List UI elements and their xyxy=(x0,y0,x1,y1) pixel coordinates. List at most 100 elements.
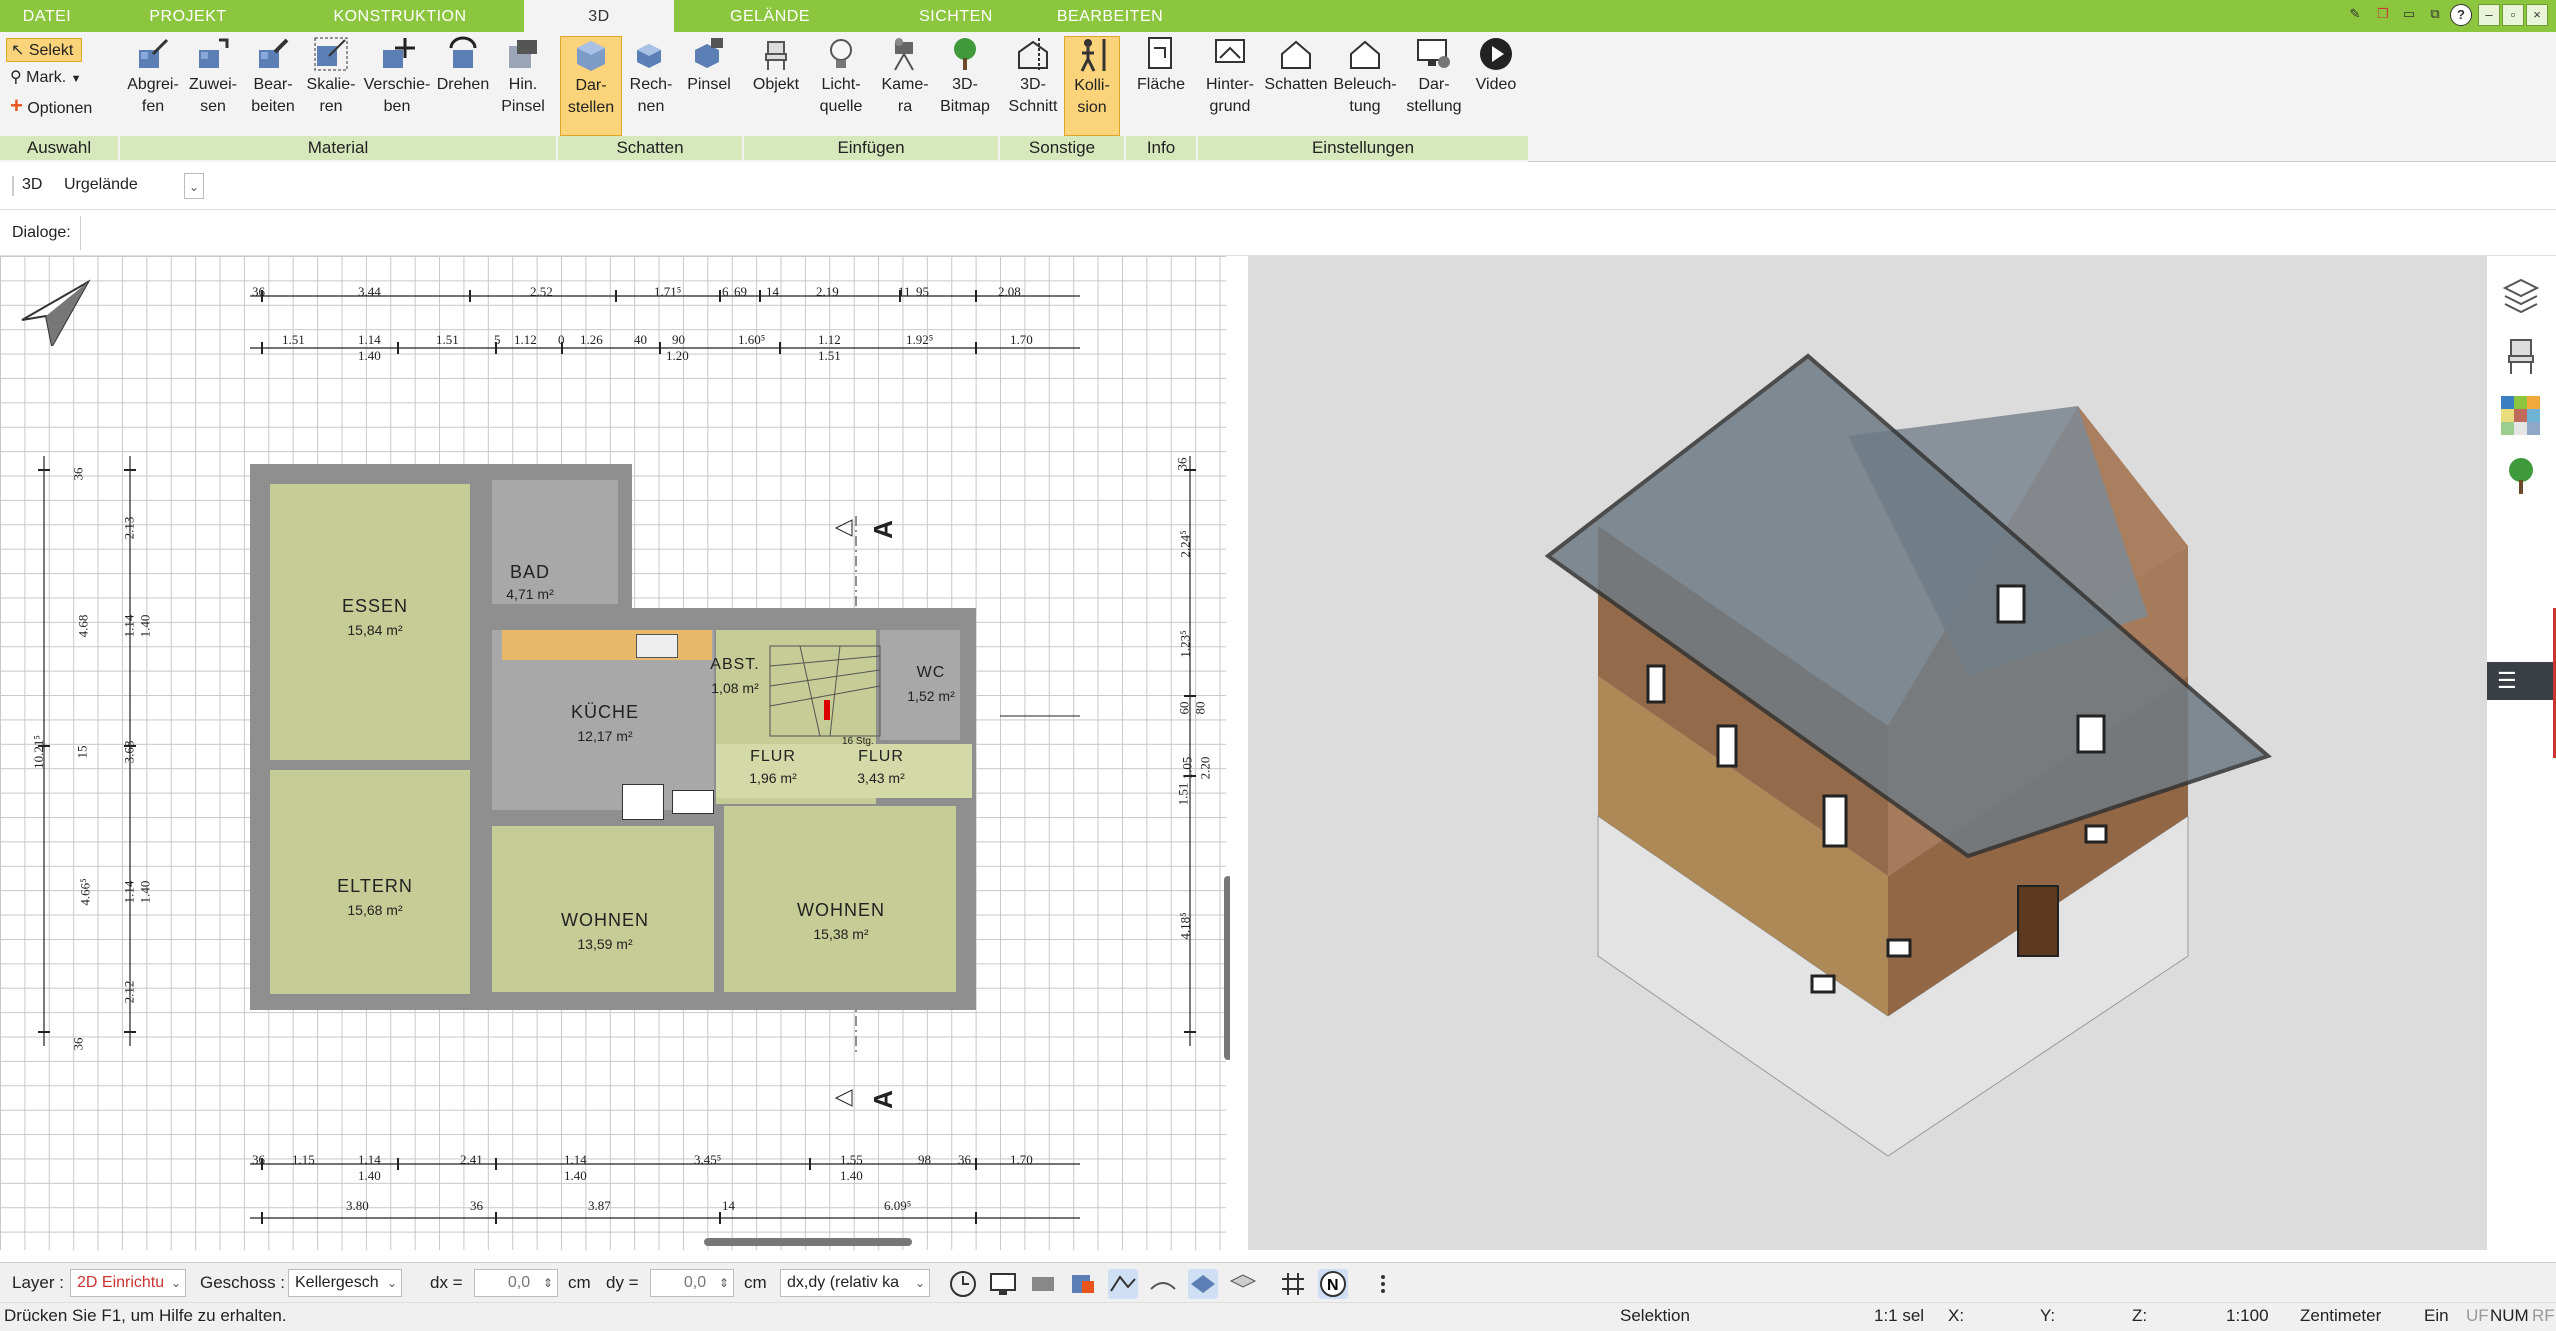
maximize-icon[interactable]: ▫ xyxy=(2502,4,2524,26)
lichtquelle-button[interactable]: Licht- quelle xyxy=(810,36,872,136)
plan-horizontal-scrollbar[interactable] xyxy=(704,1238,912,1246)
room-label-bad: BAD xyxy=(509,562,550,582)
tab-projekt[interactable]: PROJEKT xyxy=(100,0,276,32)
coordinate-mode-select[interactable]: dx,dy (relativ ka ⌄ xyxy=(780,1269,930,1297)
kollision-button[interactable]: Kolli- sion xyxy=(1064,36,1120,136)
dim-top2-7: 1.26 xyxy=(580,332,603,347)
status-z: Z: xyxy=(2132,1306,2148,1325)
room-label-flur-2: FLUR xyxy=(858,748,904,765)
north-icon[interactable]: N xyxy=(1318,1269,1348,1299)
drehen-button[interactable]: Drehen xyxy=(432,36,494,136)
layer-select[interactable]: 2D Einrichtu ⌄ xyxy=(70,1269,186,1297)
paint-brush-icon xyxy=(509,40,537,68)
room-label-wc: WC xyxy=(916,664,946,681)
tab-datei[interactable]: DATEI xyxy=(0,0,94,32)
section-marker-bottom: A xyxy=(867,1090,898,1109)
terrain-icon[interactable] xyxy=(1148,1269,1178,1299)
mark-button[interactable]: ⚲ Mark. ▼ xyxy=(6,66,82,90)
beleuchtung-button[interactable]: Beleuch- tung xyxy=(1330,36,1400,136)
terrain-select[interactable]: Urgelände ⌄ xyxy=(58,172,208,200)
layers-icon[interactable] xyxy=(2501,276,2541,316)
dim-right-0: 36 xyxy=(1174,457,1190,471)
room-area-wohnen-1: 13,59 m² xyxy=(577,936,633,952)
scale-icon xyxy=(314,37,348,71)
room-area-essen: 15,84 m² xyxy=(347,622,403,638)
room-wc[interactable] xyxy=(880,630,960,740)
dim-right-6: 2.20 xyxy=(1197,756,1213,780)
verschieben-button[interactable]: Verschie- ben xyxy=(362,36,432,136)
tools-icon[interactable]: ✎ xyxy=(2344,4,2366,26)
more-options-icon[interactable] xyxy=(1368,1269,1398,1299)
hin-pinsel-button[interactable]: Hin. Pinsel xyxy=(494,36,552,136)
texture-icon[interactable] xyxy=(1068,1269,1098,1299)
help-icon[interactable]: ? xyxy=(2450,4,2472,26)
area-calc-icon xyxy=(1148,37,1172,69)
schatten-settings-button[interactable]: Schatten xyxy=(1264,36,1328,136)
panel-toggle-button[interactable]: ☰ xyxy=(2487,662,2556,700)
bearbeiten-button[interactable]: Bear- beiten xyxy=(244,36,302,136)
layers-3d-icon[interactable] xyxy=(1228,1269,1258,1299)
hintergrund-button[interactable]: Hinter- grund xyxy=(1198,36,1262,136)
wave-view-icon[interactable] xyxy=(1108,1269,1138,1299)
grid-icon[interactable] xyxy=(1278,1269,1308,1299)
room-area-eltern: 15,68 m² xyxy=(347,902,403,918)
3d-view[interactable] xyxy=(1248,256,2486,1250)
tree-icon xyxy=(954,38,976,70)
rechnen-button[interactable]: Rech- nen xyxy=(622,36,680,136)
floor-plan-view[interactable]: 36 3.44 2.52 1.71⁵ 6 69 14 2.19 11 95 2.… xyxy=(0,256,1230,1250)
tab-gelaende[interactable]: GELÄNDE xyxy=(690,0,850,32)
pinsel-button[interactable]: Pinsel xyxy=(680,36,738,136)
skalieren-button[interactable]: Skalie- ren xyxy=(302,36,360,136)
kamera-button[interactable]: Kame- ra xyxy=(876,36,934,136)
mark-icon: ⚲ xyxy=(10,69,22,86)
tab-bearbeiten[interactable]: BEARBEITEN xyxy=(1040,0,1180,32)
room-label-abst: ABST. xyxy=(710,656,760,673)
flaeche-button[interactable]: Fläche xyxy=(1130,36,1192,136)
stepper-icon: ⇕ xyxy=(718,1276,729,1290)
dim-top1-1: 3.44 xyxy=(358,284,381,299)
optionen-button[interactable]: + Optionen xyxy=(6,94,92,118)
darstellung-button[interactable]: Dar- stellung xyxy=(1402,36,1466,136)
tab-konstruktion[interactable]: KONSTRUKTION xyxy=(300,0,500,32)
plan-vertical-scrollbar[interactable] xyxy=(1224,876,1230,1060)
dim-top1-4: 6 xyxy=(722,284,729,299)
objekt-button[interactable]: Objekt xyxy=(746,36,806,136)
window-tile-icon[interactable]: ▭ xyxy=(2398,4,2420,26)
palette-icon[interactable] xyxy=(2501,396,2541,436)
room-wohnen-1[interactable] xyxy=(492,826,714,992)
furniture-icon[interactable] xyxy=(1028,1269,1058,1299)
dim-top1-6: 14 xyxy=(766,284,779,299)
selekt-button[interactable]: ↖ Selekt xyxy=(6,38,82,62)
tab-sichten[interactable]: SICHTEN xyxy=(876,0,1036,32)
dx-input[interactable]: 0,0 ⇕ xyxy=(474,1269,558,1297)
dim-bottom1-9: 1.40 xyxy=(840,1168,863,1183)
clock-icon[interactable] xyxy=(948,1269,978,1299)
dim-bottom1-3: 1.40 xyxy=(358,1168,381,1183)
tab-3d[interactable]: 3D xyxy=(524,0,674,34)
dy-input[interactable]: 0,0 ⇕ xyxy=(650,1269,734,1297)
close-icon[interactable]: × xyxy=(2526,4,2548,26)
layer-label: Layer : xyxy=(12,1273,64,1292)
group-label-material: Material xyxy=(120,136,556,160)
group-label-info: Info xyxy=(1126,136,1196,160)
screen-icon[interactable] xyxy=(988,1269,1018,1299)
chair-icon[interactable] xyxy=(2501,336,2541,376)
window-arrange-icon[interactable]: ⧉ xyxy=(2424,4,2446,26)
dim-right-1: 2.24⁵ xyxy=(1177,530,1193,558)
zuweisen-button[interactable]: Zuwei- sen xyxy=(184,36,242,136)
abgreifen-button[interactable]: Abgrei- fen xyxy=(124,36,182,136)
geschoss-label: Geschoss : xyxy=(200,1273,286,1292)
video-button[interactable]: Video xyxy=(1466,36,1526,136)
geschoss-select[interactable]: Kellergesch ⌄ xyxy=(288,1269,402,1297)
3d-schnitt-button[interactable]: 3D- Schnitt xyxy=(1004,36,1062,136)
dim-bottom1-5: 1.14 xyxy=(564,1152,587,1167)
chevron-down-icon: ⌄ xyxy=(914,1276,925,1290)
darstellen-button[interactable]: Dar- stellen xyxy=(560,36,622,136)
minimize-icon[interactable]: – xyxy=(2478,4,2500,26)
room-wohnen-2[interactable] xyxy=(724,806,956,992)
window-restore-icon[interactable]: ❐ xyxy=(2372,4,2394,26)
tree-icon[interactable] xyxy=(2501,456,2541,496)
3d-bitmap-button[interactable]: 3D- Bitmap xyxy=(936,36,994,136)
plane-icon[interactable] xyxy=(1188,1269,1218,1299)
dim-right-7: 1.51 xyxy=(1175,782,1191,806)
